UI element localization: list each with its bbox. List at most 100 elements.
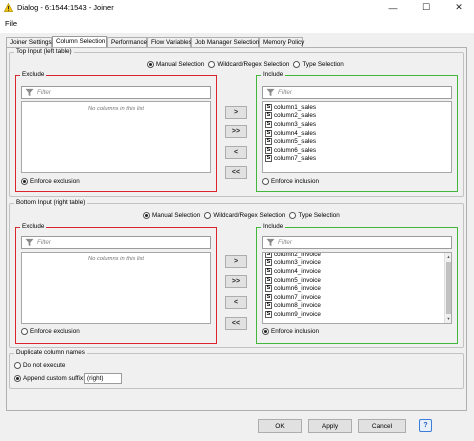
close-button[interactable]: ✕ [444, 0, 474, 15]
string-type-icon: S [265, 138, 272, 146]
top-include-title: Include [261, 71, 286, 78]
append-suffix-label: Append custom suffix: [23, 375, 85, 382]
top-enforce-exclusion-radio[interactable] [21, 178, 28, 185]
top-enforce-inclusion-radio[interactable] [262, 178, 269, 185]
append-suffix-option[interactable]: Append custom suffix: [10, 375, 85, 382]
top-include-filter-input[interactable]: Filter [262, 86, 452, 99]
bottom-mode-radios: Manual Selection Wildcard/Regex Selectio… [139, 212, 340, 219]
top-manual-radio[interactable] [147, 61, 154, 68]
bottom-include-filter-input[interactable]: Filter [262, 236, 452, 249]
bottom-input-title: Bottom Input (right table) [14, 199, 88, 206]
bottom-enforce-inclusion-label: Enforce inclusion [271, 328, 319, 335]
bottom-remove-all-button[interactable]: << [225, 317, 247, 330]
scroll-down-icon[interactable]: ▼ [445, 315, 451, 322]
list-item[interactable]: Scolumn6_sales [263, 146, 451, 155]
list-item[interactable]: Scolumn9_invoice [263, 310, 451, 319]
maximize-button[interactable]: ☐ [411, 0, 441, 15]
do-not-execute-option[interactable]: Do not execute [10, 362, 65, 369]
append-suffix-radio[interactable] [14, 375, 21, 382]
filter-placeholder: Filter [37, 239, 51, 246]
bottom-include-scrollbar[interactable]: ▲ ▼ [444, 253, 451, 323]
minimize-button[interactable]: — [378, 0, 408, 15]
do-not-execute-label: Do not execute [23, 362, 66, 369]
bottom-wildcard-radio[interactable] [204, 212, 212, 219]
apply-button[interactable]: Apply [308, 419, 352, 433]
bottom-include-list[interactable]: Scolumn2_invoice Scolumn3_invoice Scolum… [262, 252, 452, 324]
ok-button[interactable]: OK [258, 419, 302, 433]
title-bar: Dialog - 6:1544:1543 - Joiner — ☐ ✕ [0, 0, 474, 15]
bottom-type-label: Type Selection [298, 212, 340, 219]
list-item[interactable]: Scolumn6_invoice [263, 284, 451, 293]
top-exclude-empty-message: No columns in this list [87, 106, 145, 112]
top-enforce-exclusion[interactable]: Enforce exclusion [17, 178, 80, 185]
top-add-all-button[interactable]: >> [225, 125, 247, 138]
bottom-enforce-inclusion-radio[interactable] [262, 328, 269, 335]
filter-placeholder: Filter [278, 239, 292, 246]
string-type-icon: S [265, 267, 272, 275]
list-item[interactable]: Scolumn1_sales [263, 103, 451, 112]
list-item[interactable]: Scolumn7_invoice [263, 293, 451, 302]
duplicate-names-group: Duplicate column names [9, 349, 464, 389]
top-exclude-list[interactable]: No columns in this list [21, 101, 211, 173]
top-type-label: Type Selection [302, 61, 344, 68]
bottom-wildcard-label: Wildcard/Regex Selection [213, 212, 286, 219]
bottom-add-button[interactable]: > [225, 255, 247, 268]
string-type-icon: S [265, 259, 272, 267]
menu-bar: File [0, 15, 474, 33]
filter-funnel-icon [266, 238, 275, 247]
list-item[interactable]: Scolumn2_sales [263, 112, 451, 121]
list-item[interactable]: Scolumn5_sales [263, 137, 451, 146]
bottom-manual-label: Manual Selection [152, 212, 201, 219]
filter-funnel-icon [25, 88, 34, 97]
bottom-type-radio[interactable] [289, 212, 297, 219]
string-type-icon: S [265, 276, 272, 284]
window-title: Dialog - 6:1544:1543 - Joiner [17, 3, 114, 12]
cancel-button[interactable]: Cancel [358, 419, 406, 433]
bottom-add-all-button[interactable]: >> [225, 275, 247, 288]
bottom-exclude-list[interactable]: No columns in this list [21, 252, 211, 324]
list-item[interactable]: Scolumn8_invoice [263, 302, 451, 311]
bottom-include-title: Include [261, 223, 286, 230]
top-wildcard-radio[interactable] [208, 61, 216, 68]
do-not-execute-radio[interactable] [14, 362, 21, 369]
top-enforce-exclusion-label: Enforce exclusion [30, 178, 80, 185]
string-type-icon: S [265, 285, 272, 293]
string-type-icon: S [265, 155, 272, 163]
bottom-enforce-inclusion[interactable]: Enforce inclusion [258, 328, 319, 335]
top-enforce-inclusion-label: Enforce inclusion [271, 178, 319, 185]
bottom-exclude-title: Exclude [20, 223, 47, 230]
string-type-icon: S [265, 112, 272, 120]
bottom-enforce-exclusion[interactable]: Enforce exclusion [17, 328, 80, 335]
menu-file[interactable]: File [5, 19, 17, 28]
scroll-up-icon[interactable]: ▲ [445, 253, 451, 260]
bottom-remove-button[interactable]: < [225, 296, 247, 309]
top-type-radio[interactable] [293, 61, 301, 68]
bottom-manual-radio[interactable] [143, 212, 150, 219]
list-item[interactable]: Scolumn2_invoice [263, 252, 451, 259]
top-manual-label: Manual Selection [156, 61, 205, 68]
list-item[interactable]: Scolumn5_invoice [263, 276, 451, 285]
top-exclude-filter-input[interactable]: Filter [21, 86, 211, 99]
top-add-button[interactable]: > [225, 106, 247, 119]
string-type-icon: S [265, 103, 272, 111]
top-remove-button[interactable]: < [225, 146, 247, 159]
scroll-thumb[interactable] [446, 262, 451, 314]
filter-placeholder: Filter [37, 89, 51, 96]
help-button[interactable]: ? [419, 419, 432, 432]
duplicate-names-title: Duplicate column names [14, 349, 87, 356]
bottom-exclude-filter-input[interactable]: Filter [21, 236, 211, 249]
list-item[interactable]: Scolumn4_sales [263, 129, 451, 138]
string-type-icon: S [265, 252, 272, 258]
top-remove-all-button[interactable]: << [225, 166, 247, 179]
suffix-input[interactable]: (right) [84, 373, 122, 384]
top-enforce-inclusion[interactable]: Enforce inclusion [258, 178, 319, 185]
warning-triangle-icon [4, 3, 13, 12]
list-item[interactable]: Scolumn4_invoice [263, 267, 451, 276]
list-item[interactable]: Scolumn3_sales [263, 120, 451, 129]
list-item[interactable]: Scolumn3_invoice [263, 259, 451, 268]
top-include-list[interactable]: Scolumn1_sales Scolumn2_sales Scolumn3_s… [262, 101, 452, 173]
list-item[interactable]: Scolumn7_sales [263, 155, 451, 164]
filter-funnel-icon [25, 238, 34, 247]
bottom-enforce-exclusion-radio[interactable] [21, 328, 28, 335]
filter-funnel-icon [266, 88, 275, 97]
